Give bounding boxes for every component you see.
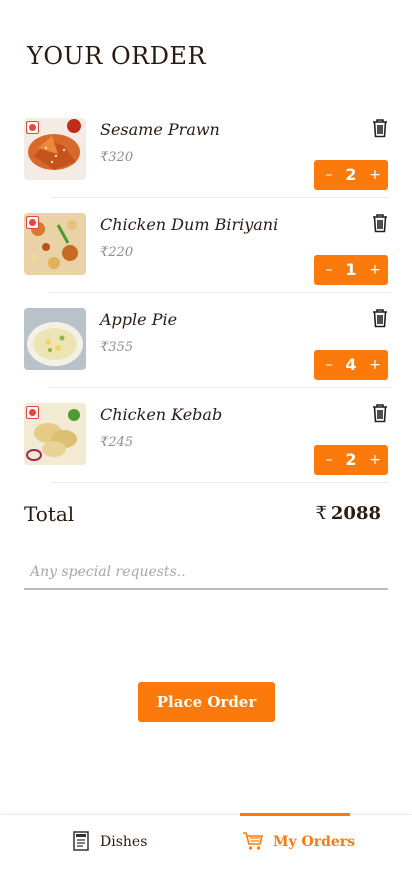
order-item: Apple Pie ₹355 – 4 + [0,308,412,403]
shopping-cart-icon [242,830,264,856]
item-name: Chicken Kebab [100,405,223,424]
increase-button[interactable]: + [364,350,386,380]
menu-card-icon [72,830,90,856]
decrease-button[interactable]: – [318,350,340,380]
item-price: ₹245 [100,435,134,450]
total-value: 2088 [330,503,381,524]
item-name: Sesame Prawn [100,120,220,139]
divider [50,292,390,293]
chicken-biriyani-photo [24,213,86,275]
order-item: Chicken Dum Biriyani ₹220 – 1 + [0,213,412,308]
quantity-value: 4 [345,355,357,374]
order-item: Sesame Prawn ₹320 – 2 + [0,118,412,213]
item-price: ₹355 [100,340,134,355]
chicken-kebab-photo [24,403,86,465]
trash-icon[interactable] [371,403,389,423]
increase-button[interactable]: + [364,255,386,285]
apple-pie-photo [24,308,86,370]
quantity-value: 2 [345,450,357,469]
divider [50,482,390,483]
quantity-stepper: – 2 + [314,160,388,190]
tab-my-orders-label: My Orders [273,834,356,850]
divider [50,197,390,198]
item-price: ₹320 [100,150,134,165]
decrease-button[interactable]: – [318,255,340,285]
increase-button[interactable]: + [364,160,386,190]
divider [50,387,390,388]
veg-marker-icon [26,406,39,419]
place-order-button[interactable]: Place Order [138,682,275,722]
quantity-stepper: – 1 + [314,255,388,285]
quantity-stepper: – 2 + [314,445,388,475]
veg-marker-icon [26,216,39,229]
trash-icon[interactable] [371,118,389,138]
trash-icon[interactable] [371,308,389,328]
page-title: YOUR ORDER [27,42,207,70]
tab-dishes[interactable]: Dishes [0,815,206,870]
item-name: Chicken Dum Biriyani [100,215,279,234]
tab-dishes-label: Dishes [100,834,148,850]
trash-icon[interactable] [371,213,389,233]
increase-button[interactable]: + [364,445,386,475]
rupee-symbol: ₹ [315,503,327,524]
veg-marker-icon [26,121,39,134]
active-tab-indicator [240,813,350,816]
tab-my-orders[interactable]: My Orders [206,813,412,870]
item-price: ₹220 [100,245,134,260]
quantity-value: 2 [345,165,357,184]
total-label: Total [24,502,75,526]
total-amount: ₹2088 [315,503,381,524]
order-item: Chicken Kebab ₹245 – 2 + [0,403,412,498]
bottom-nav: Dishes My Orders [0,813,412,870]
decrease-button[interactable]: – [318,445,340,475]
decrease-button[interactable]: – [318,160,340,190]
item-name: Apple Pie [100,310,178,329]
quantity-value: 1 [345,260,357,279]
special-requests-input[interactable] [24,556,388,590]
sesame-prawn-photo [24,118,86,180]
quantity-stepper: – 4 + [314,350,388,380]
